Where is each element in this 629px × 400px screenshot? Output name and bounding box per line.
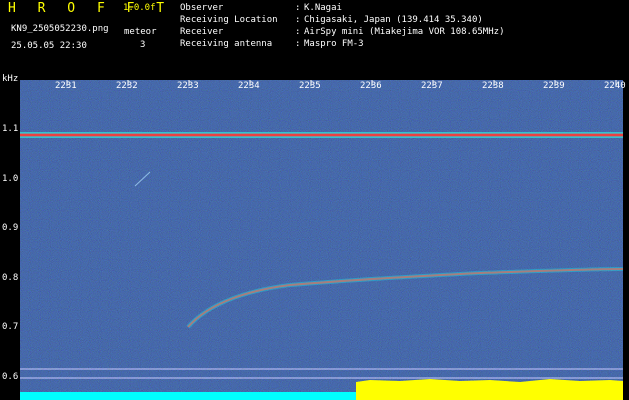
x-tick-label: 2239 (543, 81, 565, 91)
y-tick-label: 0.8 (2, 273, 19, 283)
x-tick-label: 2236 (360, 81, 382, 91)
info-key: Receiver (180, 27, 224, 37)
noise-texture (20, 80, 623, 400)
meteor-count: 3 (140, 40, 146, 50)
x-tick-label: 2235 (299, 81, 321, 91)
x-tick-label: 2232 (116, 81, 138, 91)
y-tick-label: 0.7 (2, 322, 19, 332)
x-tick-label: 2238 (482, 81, 504, 91)
x-tick-label: 2234 (238, 81, 260, 91)
info-key: Observer (180, 3, 224, 13)
y-tick-label: 0.6 (2, 372, 19, 382)
version-label: 1.0.0f (123, 3, 156, 13)
x-tick-label: 2240 (604, 81, 626, 91)
x-tick-label: 2231 (55, 81, 77, 91)
signal-bar-left (20, 392, 356, 400)
y-tick-label: 1.0 (2, 174, 19, 184)
meteor-label: meteor (124, 27, 157, 37)
x-tick-label: 2237 (421, 81, 443, 91)
info-value: Chigasaki, Japan (139.414 35.340) (304, 15, 483, 25)
info-key: Receiving antenna (180, 39, 273, 49)
y-tick-label: 1.1 (2, 124, 19, 134)
signal-bar-right (356, 379, 623, 400)
info-value: K.Nagai (304, 3, 342, 13)
info-key: Receiving Location (180, 15, 278, 25)
x-tick-label: 2233 (177, 81, 199, 91)
datetime-label: 25.05.05 22:30 (11, 41, 87, 51)
y-tick-label: 0.9 (2, 223, 19, 233)
info-value: Maspro FM-3 (304, 39, 364, 49)
info-value: AirSpy mini (Miakejima VOR 108.65MHz) (304, 27, 505, 37)
filename-label: KN9_2505052230.png (11, 24, 109, 34)
spectrogram (20, 80, 623, 400)
y-unit-label: kHz (2, 74, 19, 84)
